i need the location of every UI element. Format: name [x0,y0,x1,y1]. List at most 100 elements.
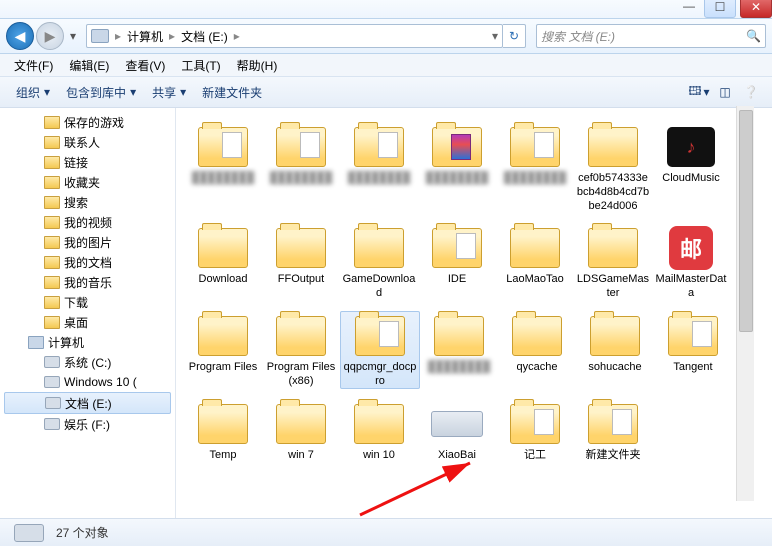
close-button[interactable]: ✕ [740,0,772,18]
file-label: sohucache [586,361,643,375]
file-item[interactable]: IDE [418,223,496,301]
file-item[interactable]: qycache [498,311,576,390]
file-item[interactable]: ████████ [420,311,498,390]
folder-icon [274,401,328,447]
folder-document-icon [353,313,407,359]
sidebar-item-label: 链接 [64,154,88,171]
menu-edit[interactable]: 编辑(E) [61,57,117,74]
breadcrumb-e-drive[interactable]: 文档 (E:) [177,28,232,45]
sidebar-item[interactable]: 系统 (C:) [0,352,175,372]
main-area: 保存的游戏联系人链接收藏夹搜索我的视频我的图片我的文档我的音乐下载桌面计算机系统… [0,108,772,518]
file-item[interactable]: XiaoBai [418,399,496,463]
preview-pane-button[interactable]: ◫ [712,85,738,99]
drive-icon [44,355,60,369]
file-item[interactable]: cef0b574333ebcb4d8b4cd7bbe24d006 [574,122,652,213]
history-dropdown-icon[interactable]: ▾ [66,23,80,49]
sidebar-item[interactable]: 计算机 [0,332,175,352]
file-item[interactable]: win 10 [340,399,418,463]
file-label: MailMasterData [652,273,730,301]
vertical-scrollbar[interactable] [736,106,754,501]
file-item[interactable]: FFOutput [262,223,340,301]
file-item[interactable]: 新建文件夹 [574,399,652,463]
breadcrumb-computer[interactable]: 计算机 [123,28,167,45]
sidebar-item[interactable]: 我的视频 [0,212,175,232]
status-bar: 27 个对象 [0,518,772,546]
folder-icon [196,401,250,447]
chevron-down-icon: ▾ [180,85,186,99]
folder-icon [196,313,250,359]
sidebar-item[interactable]: 搜索 [0,192,175,212]
file-item[interactable]: Tangent [654,311,732,390]
folder-document-icon [586,401,640,447]
sidebar-item[interactable]: 桌面 [0,312,175,332]
sidebar-item[interactable]: 我的文档 [0,252,175,272]
sidebar-item[interactable]: 联系人 [0,132,175,152]
sidebar-item[interactable]: 保存的游戏 [0,112,175,132]
folder-icon [510,313,564,359]
organize-button[interactable]: 组织▾ [8,84,58,101]
file-grid[interactable]: ████████████████████████████████████████… [176,108,772,518]
sidebar-item[interactable]: 我的图片 [0,232,175,252]
file-item[interactable]: Temp [184,399,262,463]
help-button[interactable]: ❔ [738,85,764,99]
share-button[interactable]: 共享▾ [144,84,194,101]
folder-icon [44,215,60,229]
computer-icon [28,335,44,349]
disk-icon [430,401,484,447]
menu-file[interactable]: 文件(F) [6,57,61,74]
search-placeholder: 搜索 文档 (E:) [541,28,615,45]
chevron-right-icon: ▸ [232,29,242,43]
minimize-button[interactable]: — [674,0,704,16]
sidebar-item[interactable]: Windows 10 ( [0,372,175,392]
file-item[interactable]: sohucache [576,311,654,390]
file-item[interactable]: LDSGameMaster [574,223,652,301]
sidebar-item[interactable]: 娱乐 (F:) [0,414,175,434]
sidebar-item-label: 系统 (C:) [64,354,111,371]
address-bar[interactable]: ▸ 计算机 ▸ 文档 (E:) ▸ ▾ [86,24,503,48]
file-label: Program Files [187,361,259,375]
sidebar-item[interactable]: 收藏夹 [0,172,175,192]
file-item[interactable]: ████████ [340,122,418,213]
file-label: FFOutput [276,273,326,287]
file-item[interactable]: ████████ [184,122,262,213]
chevron-down-icon: ▾ [704,85,710,99]
file-item[interactable]: Download [184,223,262,301]
include-button[interactable]: 包含到库中▾ [58,84,144,101]
file-item[interactable]: LaoMaoTao [496,223,574,301]
folder-icon [44,295,60,309]
sidebar-item[interactable]: 下载 [0,292,175,312]
view-mode-button[interactable]: 🖽▾ [686,82,712,103]
menu-view[interactable]: 查看(V) [117,57,173,74]
file-item[interactable]: Program Files [184,311,262,390]
sidebar-tree[interactable]: 保存的游戏联系人链接收藏夹搜索我的视频我的图片我的文档我的音乐下载桌面计算机系统… [0,108,176,518]
sidebar-item[interactable]: 文档 (E:) [4,392,171,414]
sidebar-item[interactable]: 链接 [0,152,175,172]
forward-button[interactable]: ▶ [36,22,64,50]
sidebar-item[interactable]: 我的音乐 [0,272,175,292]
refresh-button[interactable]: ↻ [503,24,526,48]
file-item[interactable]: ████████ [496,122,574,213]
back-button[interactable]: ◀ [6,22,34,50]
menu-tools[interactable]: 工具(T) [173,57,228,74]
maximize-button[interactable]: ☐ [704,0,736,18]
file-item[interactable]: ♪CloudMusic [652,122,730,213]
file-item[interactable]: Program Files (x86) [262,311,340,390]
new-folder-button[interactable]: 新建文件夹 [194,84,270,101]
scrollbar-thumb[interactable] [739,110,753,332]
menu-help[interactable]: 帮助(H) [229,57,286,74]
file-item[interactable]: ████████ [262,122,340,213]
file-label: IDE [446,273,468,287]
file-item-selected[interactable]: qqpcmgr_docpro [340,311,420,390]
search-input[interactable]: 搜索 文档 (E:) 🔍 [536,24,766,48]
drive-icon [45,396,61,410]
file-item[interactable]: ████████ [418,122,496,213]
file-item[interactable]: GameDownload [340,223,418,301]
folder-icon [44,195,60,209]
folder-icon [44,175,60,189]
file-item[interactable]: win 7 [262,399,340,463]
address-dropdown-icon[interactable]: ▾ [492,29,498,43]
folder-icon [274,225,328,271]
file-item[interactable]: 记工 [496,399,574,463]
file-item[interactable]: 邮MailMasterData [652,223,730,301]
sidebar-item-label: 我的视频 [64,214,112,231]
